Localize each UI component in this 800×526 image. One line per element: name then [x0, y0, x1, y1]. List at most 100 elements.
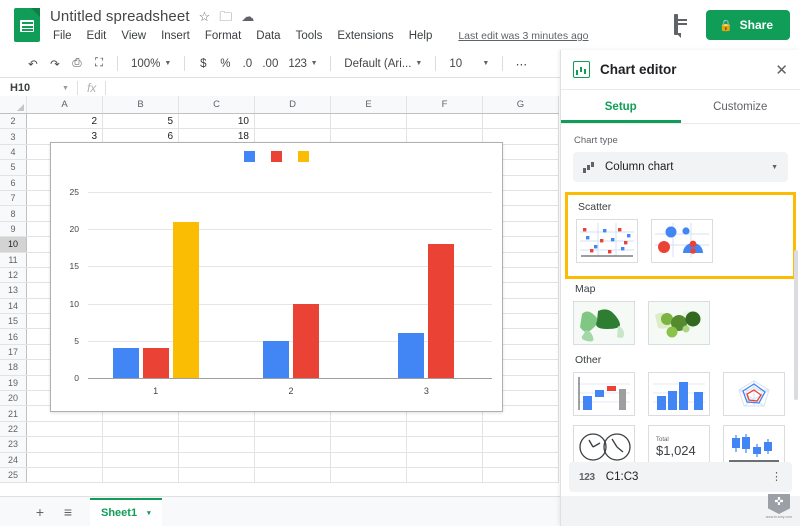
cell-E24[interactable] [331, 452, 407, 467]
bubble-chart-thumb[interactable] [651, 219, 713, 263]
font-size-selector[interactable]: 10▼ [443, 53, 495, 75]
print-button[interactable]: ⎙ [66, 53, 88, 75]
currency-format-button[interactable]: $ [192, 53, 214, 75]
percent-format-button[interactable]: % [214, 53, 236, 75]
row-header-6[interactable]: 6 [0, 175, 27, 190]
move-to-folder-icon[interactable]: 🗀 [219, 10, 232, 23]
row-header-8[interactable]: 8 [0, 206, 27, 221]
row-header-7[interactable]: 7 [0, 190, 27, 205]
row-header-16[interactable]: 16 [0, 329, 27, 344]
histogram-chart-thumb[interactable] [648, 372, 710, 416]
radar-chart-thumb[interactable] [723, 372, 785, 416]
waterfall-chart-thumb[interactable] [573, 372, 635, 416]
decrease-decimal-button[interactable]: .0 [236, 53, 258, 75]
undo-button[interactable]: ↶ [22, 53, 44, 75]
cell-A23[interactable] [27, 437, 103, 452]
cell-C24[interactable] [179, 452, 255, 467]
menu-item-extensions[interactable]: Extensions [335, 29, 395, 43]
increase-decimal-button[interactable]: .00 [258, 53, 282, 75]
cell-B2[interactable]: 5 [103, 114, 179, 129]
cell-A24[interactable] [27, 452, 103, 467]
cell-B24[interactable] [103, 452, 179, 467]
name-box[interactable]: H10 [0, 82, 62, 94]
cell-E22[interactable] [331, 421, 407, 436]
cell-G24[interactable] [483, 452, 559, 467]
chevron-down-icon[interactable]: ▾ [147, 509, 151, 517]
star-icon[interactable]: ☆ [199, 10, 211, 23]
cell-E25[interactable] [331, 467, 407, 482]
row-header-20[interactable]: 20 [0, 391, 27, 406]
name-box-chevron-down-icon[interactable]: ▼ [62, 85, 77, 92]
data-range-field[interactable]: 123 C1:C3 ⋮ [569, 462, 792, 492]
cell-A25[interactable] [27, 467, 103, 482]
geo-chart-thumb[interactable] [573, 301, 635, 345]
cell-E23[interactable] [331, 437, 407, 452]
more-options-icon[interactable]: ⋮ [771, 474, 782, 480]
menu-item-edit[interactable]: Edit [85, 29, 109, 43]
zoom-selector[interactable]: 100%▼ [125, 53, 177, 75]
row-header-17[interactable]: 17 [0, 344, 27, 359]
menu-item-insert[interactable]: Insert [159, 29, 192, 43]
row-header-3[interactable]: 3 [0, 129, 27, 144]
cell-C25[interactable] [179, 467, 255, 482]
row-header-23[interactable]: 23 [0, 437, 27, 452]
row-header-22[interactable]: 22 [0, 421, 27, 436]
share-button[interactable]: 🔒 Share [706, 10, 790, 40]
cloud-status-icon[interactable]: ☁ [241, 10, 254, 23]
cell-G25[interactable] [483, 467, 559, 482]
row-header-18[interactable]: 18 [0, 360, 27, 375]
row-header-12[interactable]: 12 [0, 267, 27, 282]
font-selector[interactable]: Default (Ari...▼ [338, 53, 428, 75]
menu-item-help[interactable]: Help [407, 29, 435, 43]
cell-F24[interactable] [407, 452, 483, 467]
row-header-24[interactable]: 24 [0, 452, 27, 467]
cell-A2[interactable]: 2 [27, 114, 103, 129]
cell-E2[interactable] [331, 114, 407, 129]
menu-item-tools[interactable]: Tools [294, 29, 325, 43]
row-header-9[interactable]: 9 [0, 221, 27, 236]
sheet-tab-sheet1[interactable]: Sheet1 ▾ [90, 498, 162, 526]
cell-C22[interactable] [179, 421, 255, 436]
cell-F25[interactable] [407, 467, 483, 482]
data-range-value[interactable]: C1:C3 [606, 471, 760, 483]
geo-bubble-chart-thumb[interactable] [648, 301, 710, 345]
row-header-13[interactable]: 13 [0, 283, 27, 298]
cell-F23[interactable] [407, 437, 483, 452]
all-sheets-button[interactable]: ≡ [56, 500, 80, 524]
chevron-down-icon[interactable]: ▼ [771, 164, 778, 171]
cell-B25[interactable] [103, 467, 179, 482]
row-header-19[interactable]: 19 [0, 375, 27, 390]
cell-B23[interactable] [103, 437, 179, 452]
row-header-4[interactable]: 4 [0, 144, 27, 159]
document-title[interactable]: Untitled spreadsheet [50, 8, 190, 25]
tab-setup[interactable]: Setup [561, 90, 681, 123]
scatter-plot-thumb[interactable] [576, 219, 638, 263]
chart-object[interactable]: 0510152025123 [50, 142, 503, 412]
cell-D23[interactable] [255, 437, 331, 452]
row-header-2[interactable]: 2 [0, 114, 27, 129]
menu-item-format[interactable]: Format [203, 29, 243, 43]
cell-D24[interactable] [255, 452, 331, 467]
cell-A22[interactable] [27, 421, 103, 436]
menu-item-data[interactable]: Data [254, 29, 282, 43]
cell-C23[interactable] [179, 437, 255, 452]
row-header-14[interactable]: 14 [0, 298, 27, 313]
cell-D2[interactable] [255, 114, 331, 129]
menu-item-file[interactable]: File [51, 29, 74, 43]
cell-C2[interactable]: 10 [179, 114, 255, 129]
cell-D22[interactable] [255, 421, 331, 436]
cell-G22[interactable] [483, 421, 559, 436]
tab-customize[interactable]: Customize [681, 90, 800, 123]
paint-format-button[interactable]: ⛶ [88, 53, 110, 75]
more-formats-button[interactable]: 123▼ [282, 53, 323, 75]
row-header-25[interactable]: 25 [0, 467, 27, 482]
cell-F2[interactable] [407, 114, 483, 129]
last-edit-status[interactable]: Last edit was 3 minutes ago [458, 30, 588, 42]
column-header-b[interactable]: B [103, 96, 179, 114]
redo-button[interactable]: ↷ [44, 53, 66, 75]
chart-type-select[interactable]: Column chart ▼ [573, 152, 788, 182]
select-all-corner[interactable] [0, 96, 27, 114]
cell-D25[interactable] [255, 467, 331, 482]
add-sheet-button[interactable]: + [28, 500, 52, 524]
row-header-10[interactable]: 10 [0, 237, 27, 252]
